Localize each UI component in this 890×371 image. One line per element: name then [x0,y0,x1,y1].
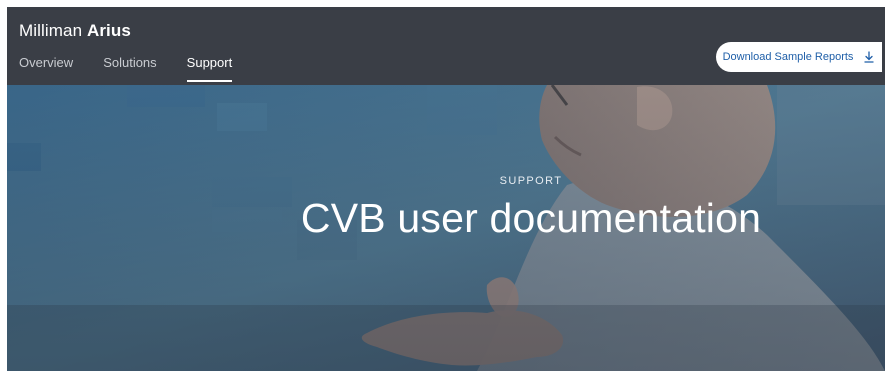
download-sample-reports-button[interactable]: Download Sample Reports [716,42,882,72]
nav-item-support[interactable]: Support [186,55,232,85]
site-header: Milliman Arius Overview Solutions Suppor… [7,7,885,85]
main-nav: Overview Solutions Support [19,55,262,85]
download-icon [863,51,875,63]
page-frame: Milliman Arius Overview Solutions Suppor… [7,7,885,371]
nav-item-solutions[interactable]: Solutions [103,55,156,85]
brand-logo[interactable]: Milliman Arius [19,21,131,41]
download-button-label: Download Sample Reports [722,51,854,63]
brand-name: Arius [86,21,131,40]
hero-banner: SUPPORT CVB user documentation [7,85,885,371]
page-title: CVB user documentation [300,195,762,241]
hero-eyebrow: SUPPORT [499,175,563,187]
brand-prefix: Milliman [19,21,83,40]
nav-item-overview[interactable]: Overview [19,55,73,85]
